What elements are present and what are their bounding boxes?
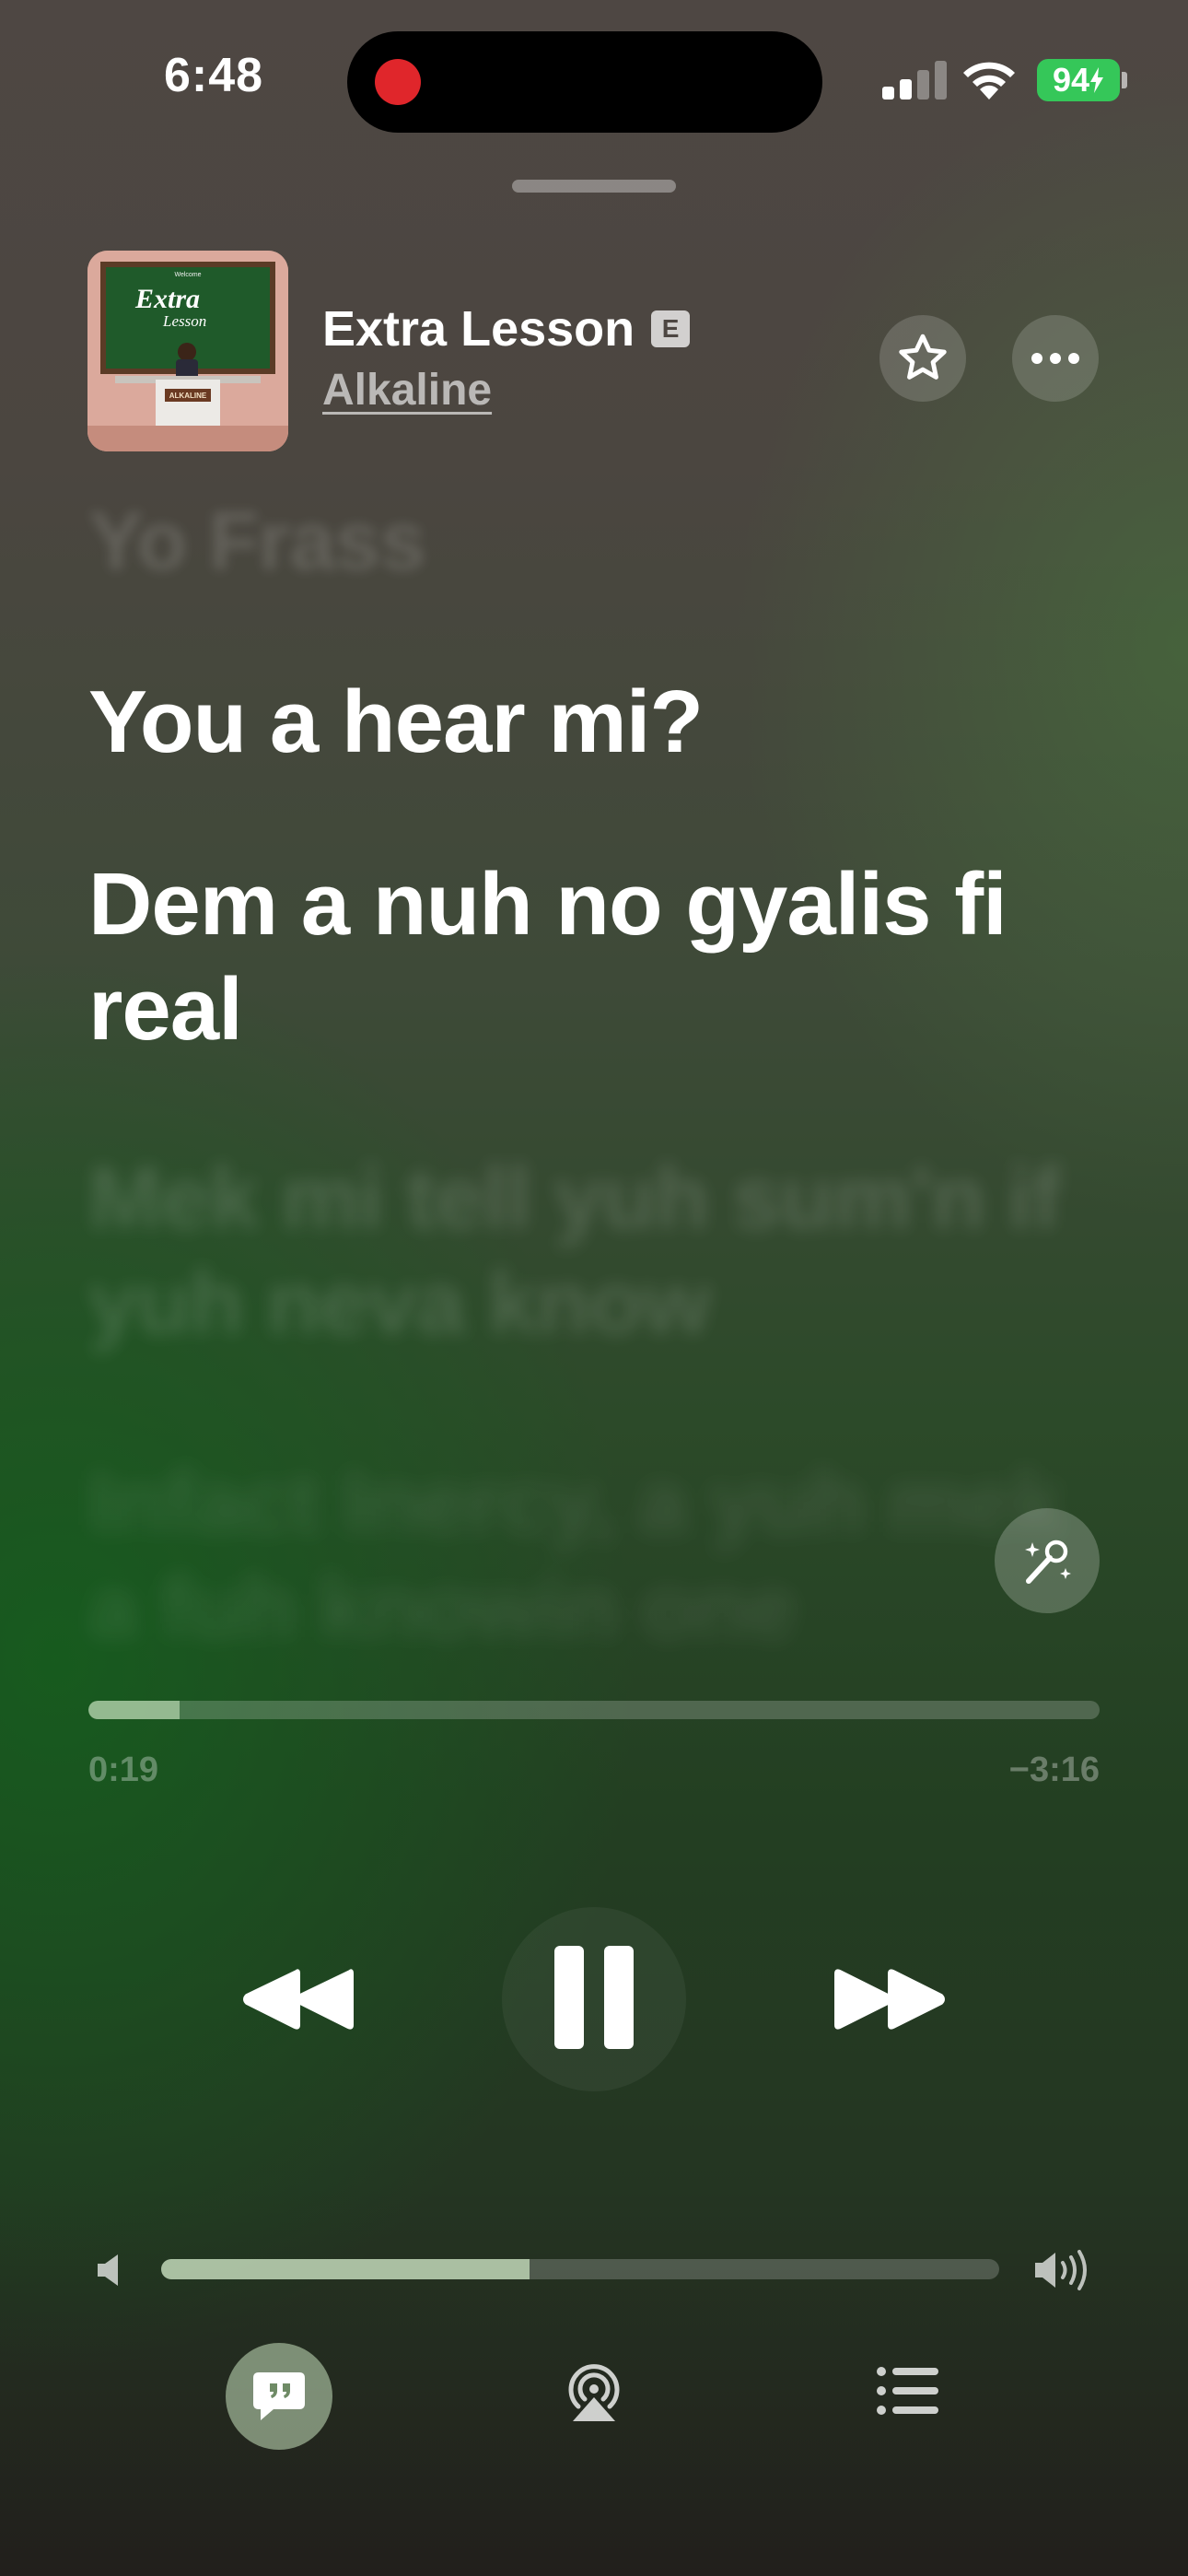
- battery-tip: [1122, 72, 1127, 88]
- list-icon[interactable]: [876, 2366, 940, 2416]
- battery-indicator: 94: [1037, 59, 1120, 101]
- lyric-line-upcoming[interactable]: Infact Inercy, a yuh mek a fuh knowin on…: [88, 1450, 1120, 1660]
- dynamic-island: [347, 31, 822, 133]
- lyric-line-active-1[interactable]: You a hear mi?: [88, 670, 1120, 775]
- track-title-row: Extra Lesson E: [322, 300, 691, 357]
- pause-icon: [554, 1946, 634, 2049]
- battery-level: 94: [1052, 61, 1090, 99]
- artist-link[interactable]: Alkaline: [322, 365, 492, 416]
- playback-progress-fill: [88, 1701, 180, 1719]
- artwork-title-line1: Extra: [134, 284, 200, 314]
- backward-icon[interactable]: [241, 1966, 355, 2032]
- cellular-signal-icon: [882, 61, 947, 100]
- forward-icon[interactable]: [833, 1966, 947, 2032]
- speaker-high-icon: [1035, 2250, 1087, 2290]
- favorite-button[interactable]: [879, 315, 966, 402]
- star-icon: [899, 334, 947, 380]
- more-options-button[interactable]: [1012, 315, 1099, 402]
- volume-slider[interactable]: [161, 2259, 999, 2279]
- lyrics-button[interactable]: [226, 2343, 332, 2450]
- status-time: 6:48: [164, 49, 264, 102]
- artwork-welcome-text: Welcome: [174, 272, 201, 278]
- wifi-icon: [963, 62, 1015, 100]
- album-artwork[interactable]: Welcome Extra Lesson ALKALINE: [87, 251, 288, 451]
- track-title: Extra Lesson: [322, 301, 635, 357]
- microphone-sparkle-icon: [1025, 1540, 1071, 1584]
- explicit-badge: E: [651, 310, 691, 347]
- artwork-title-line2: Lesson: [162, 312, 206, 330]
- lyric-line-active-2[interactable]: Dem a nuh no gyalis fi real: [88, 852, 1120, 1062]
- ellipsis-icon: [1031, 353, 1079, 364]
- speaker-low-icon: [98, 2254, 118, 2286]
- lyrics-quote-icon: [253, 2372, 305, 2420]
- recording-indicator-icon: [375, 59, 421, 105]
- playback-progress-slider[interactable]: [88, 1701, 1100, 1719]
- volume-fill: [161, 2259, 530, 2279]
- lyric-line-previous[interactable]: Yo Frass: [88, 489, 1120, 594]
- remaining-time: −3:16: [1008, 1751, 1100, 1789]
- sing-button[interactable]: [995, 1508, 1100, 1613]
- elapsed-time: 0:19: [88, 1751, 159, 1789]
- charging-bolt-icon: [1090, 67, 1104, 93]
- lyric-line-next[interactable]: Mek mi tell yuh sum'n if yuh neva know: [88, 1146, 1120, 1356]
- sheet-grabber[interactable]: [512, 180, 676, 193]
- airplay-icon[interactable]: [562, 2360, 626, 2423]
- artwork-desk-label: ALKALINE: [169, 392, 207, 400]
